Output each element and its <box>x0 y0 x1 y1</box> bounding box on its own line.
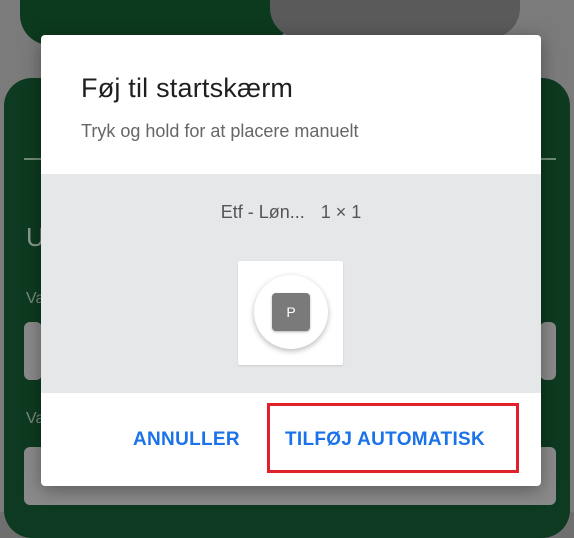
add-automatically-button[interactable]: TILFØJ AUTOMATISK <box>285 429 485 451</box>
widget-preview-area: Etf - Løn... 1 × 1 P <box>41 174 541 393</box>
background-input <box>540 322 556 380</box>
background-input <box>24 322 42 380</box>
background-divider <box>540 158 556 160</box>
widget-icon-circle: P <box>254 275 328 349</box>
dialog-subtitle: Tryk og hold for at placere manuelt <box>81 121 359 141</box>
dialog-title: Føj til startskærm <box>81 73 294 103</box>
widget-size: 1 × 1 <box>320 202 362 222</box>
app-icon: P <box>272 293 310 331</box>
widget-title-row: Etf - Løn... 1 × 1 <box>41 202 541 223</box>
widget-preview-tile[interactable]: P <box>238 261 343 365</box>
app-icon-letter: P <box>286 304 296 320</box>
background-card <box>270 0 520 38</box>
cancel-button[interactable]: ANNULLER <box>133 429 240 451</box>
add-to-home-dialog: Føj til startskærm Tryk og hold for at p… <box>41 35 541 486</box>
widget-name: Etf - Løn... <box>220 202 305 222</box>
